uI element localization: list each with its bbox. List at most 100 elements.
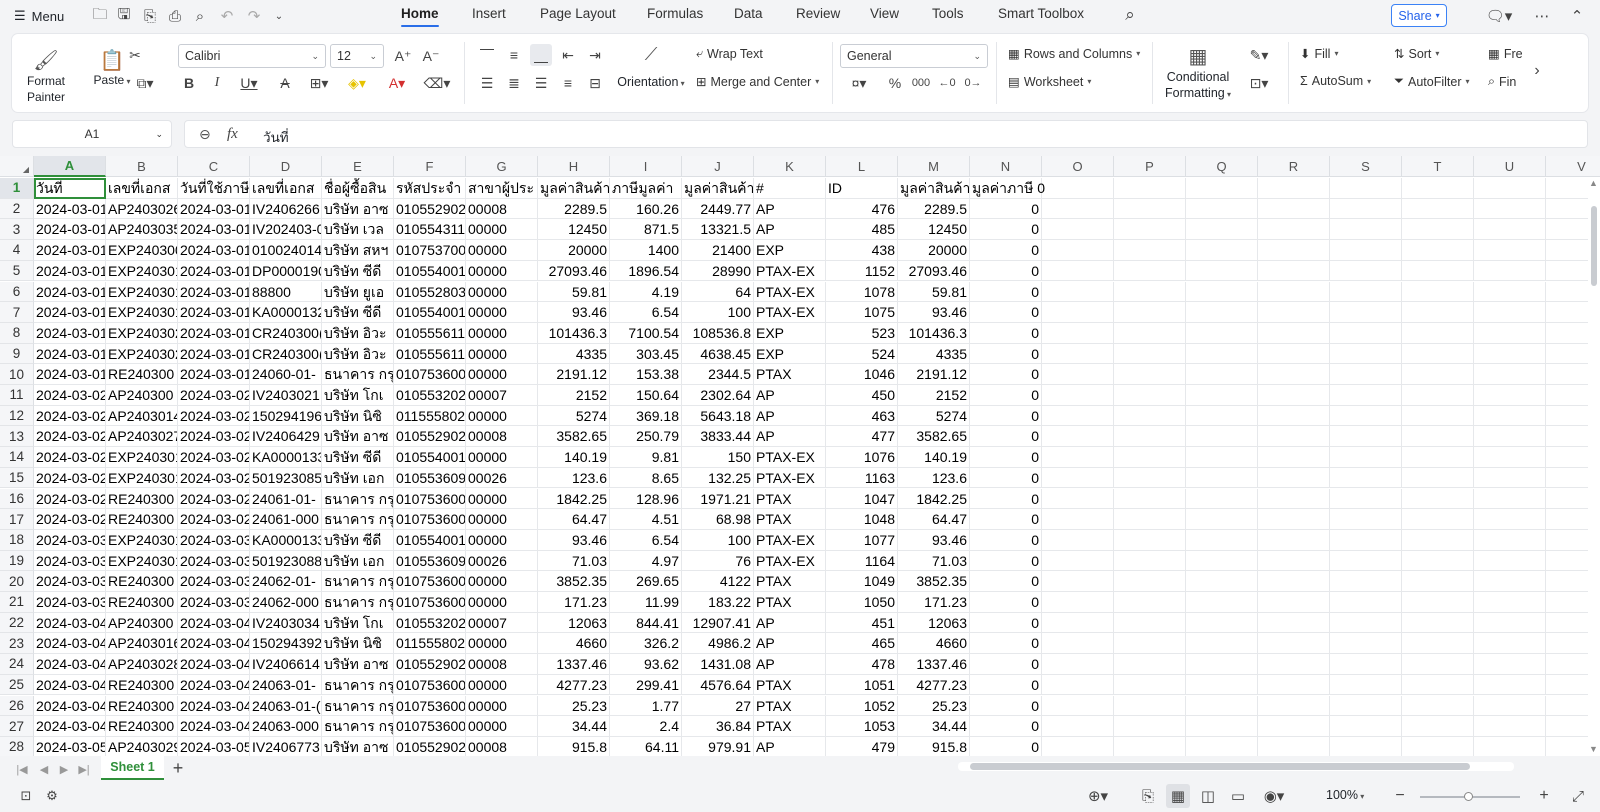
table-cell[interactable]: 1051	[826, 674, 898, 696]
zoom-slider[interactable]	[1420, 792, 1520, 801]
table-cell[interactable]: 13321.5	[682, 219, 754, 241]
table-cell[interactable]	[1258, 633, 1330, 655]
align-right-icon[interactable]: ☰	[530, 72, 552, 94]
table-cell[interactable]	[1042, 385, 1114, 406]
table-cell[interactable]: 1971.21	[682, 488, 754, 510]
table-cell[interactable]	[1042, 302, 1114, 323]
table-cell[interactable]	[1474, 447, 1546, 468]
table-cell[interactable]: 25.23	[538, 695, 610, 717]
table-cell[interactable]	[1330, 592, 1402, 613]
table-cell[interactable]	[1114, 260, 1186, 282]
table-cell[interactable]: 93.46	[898, 529, 970, 551]
table-cell[interactable]	[1186, 612, 1258, 634]
table-cell[interactable]	[1258, 198, 1330, 220]
table-cell[interactable]	[1186, 509, 1258, 530]
table-cell[interactable]: 2024-03-01	[178, 240, 250, 261]
table-cell[interactable]: 100	[682, 529, 754, 551]
scroll-up-icon[interactable]: ▲	[1589, 178, 1598, 188]
table-cell[interactable]	[1042, 674, 1114, 696]
header-cell[interactable]: #	[754, 178, 826, 199]
table-cell[interactable]: 463	[826, 405, 898, 427]
table-cell[interactable]: 21400	[682, 240, 754, 261]
table-cell[interactable]: 160.26	[610, 198, 682, 220]
header-cell[interactable]	[1474, 178, 1546, 199]
table-cell[interactable]: บริษัท ซีดี	[322, 529, 394, 551]
header-cell[interactable]	[1402, 178, 1474, 199]
table-cell[interactable]: 871.5	[610, 219, 682, 241]
horizontal-scrollbar[interactable]	[958, 762, 1514, 771]
table-cell[interactable]	[1042, 716, 1114, 737]
table-cell[interactable]: 27	[682, 695, 754, 717]
orientation-button[interactable]: ⟋ Orientation ▾	[616, 44, 686, 89]
table-cell[interactable]	[1330, 488, 1402, 510]
table-cell[interactable]: ธนาคาร กรุ	[322, 695, 394, 717]
table-cell[interactable]: 2024-03-01	[178, 219, 250, 241]
table-cell[interactable]: 2024-03-01	[34, 322, 106, 344]
zoom-slider-handle[interactable]	[1464, 792, 1473, 801]
table-cell[interactable]: RE240300	[106, 695, 178, 717]
table-cell[interactable]: 2449.77	[682, 198, 754, 220]
row-header[interactable]: 25	[0, 674, 34, 696]
table-cell[interactable]	[1258, 219, 1330, 241]
row-header[interactable]: 13	[0, 426, 34, 448]
table-cell[interactable]	[1114, 447, 1186, 468]
zoom-select[interactable]: 100% ▾	[1326, 788, 1364, 802]
table-cell[interactable]: PTAX-EX	[754, 281, 826, 303]
table-cell[interactable]: AP240300	[106, 385, 178, 406]
row-header[interactable]: 22	[0, 612, 34, 634]
table-cell[interactable]: 0	[970, 240, 1042, 261]
row-header[interactable]: 16	[0, 488, 34, 510]
table-cell[interactable]: 5274	[538, 405, 610, 427]
table-cell[interactable]: 0105543111	[394, 219, 466, 241]
table-cell[interactable]	[1330, 695, 1402, 717]
table-cell[interactable]: 3852.35	[538, 571, 610, 592]
table-cell[interactable]: EXP240301	[106, 550, 178, 572]
table-cell[interactable]: 2152	[898, 385, 970, 406]
table-cell[interactable]: บริษัท ซีดี	[322, 302, 394, 323]
table-cell[interactable]	[1330, 343, 1402, 365]
rows-columns-button[interactable]: ▦ Rows and Columns ▾	[1008, 46, 1140, 62]
table-cell[interactable]: 0	[970, 612, 1042, 634]
table-cell[interactable]: EXP240300	[106, 240, 178, 261]
table-cell[interactable]: 2024-03-02	[34, 385, 106, 406]
header-cell[interactable]: มูลค่าภาษี 0	[970, 178, 1045, 199]
column-header-v[interactable]: V	[1546, 156, 1600, 177]
table-cell[interactable]: 2024-03-04	[178, 633, 250, 655]
table-cell[interactable]: 0	[970, 302, 1042, 323]
table-cell[interactable]	[1258, 281, 1330, 303]
table-cell[interactable]	[1186, 592, 1258, 613]
zoom-formula-icon[interactable]: ⊖	[199, 126, 211, 143]
column-header-o[interactable]: O	[1042, 156, 1114, 177]
selected-cell[interactable]: วันที่	[34, 178, 106, 199]
table-cell[interactable]	[1114, 385, 1186, 406]
table-cell[interactable]	[1114, 198, 1186, 220]
table-cell[interactable]: 0107536000	[394, 488, 466, 510]
table-cell[interactable]	[1330, 633, 1402, 655]
table-cell[interactable]	[1186, 695, 1258, 717]
table-cell[interactable]	[1042, 198, 1114, 220]
table-cell[interactable]	[1402, 302, 1474, 323]
table-cell[interactable]	[1474, 550, 1546, 572]
table-cell[interactable]	[1330, 509, 1402, 530]
table-cell[interactable]: 326.2	[610, 633, 682, 655]
row-header[interactable]: 28	[0, 736, 34, 756]
column-header-h[interactable]: H	[538, 156, 610, 177]
table-cell[interactable]: 524	[826, 343, 898, 365]
table-cell[interactable]: 2024-03-03	[178, 571, 250, 592]
tab-review[interactable]: Review	[796, 6, 840, 21]
table-cell[interactable]: 1075	[826, 302, 898, 323]
save-icon[interactable]: 🖫	[112, 4, 136, 28]
table-cell[interactable]: 24063-01-(	[250, 695, 322, 717]
table-cell[interactable]: AP2403028	[106, 654, 178, 675]
table-cell[interactable]: 2152	[538, 385, 610, 406]
table-cell[interactable]: ธนาคาร กรุ	[322, 674, 394, 696]
cell-style-icon[interactable]: ✎▾	[1244, 44, 1274, 66]
table-cell[interactable]: EXP240301	[106, 281, 178, 303]
table-cell[interactable]: 2024-03-03	[178, 592, 250, 613]
table-cell[interactable]	[1186, 405, 1258, 427]
table-cell[interactable]	[1402, 736, 1474, 756]
table-cell[interactable]: 3852.35	[898, 571, 970, 592]
table-cell[interactable]: 501923085	[250, 467, 322, 489]
table-cell[interactable]: 0107536000	[394, 695, 466, 717]
table-cell[interactable]: 59.81	[538, 281, 610, 303]
